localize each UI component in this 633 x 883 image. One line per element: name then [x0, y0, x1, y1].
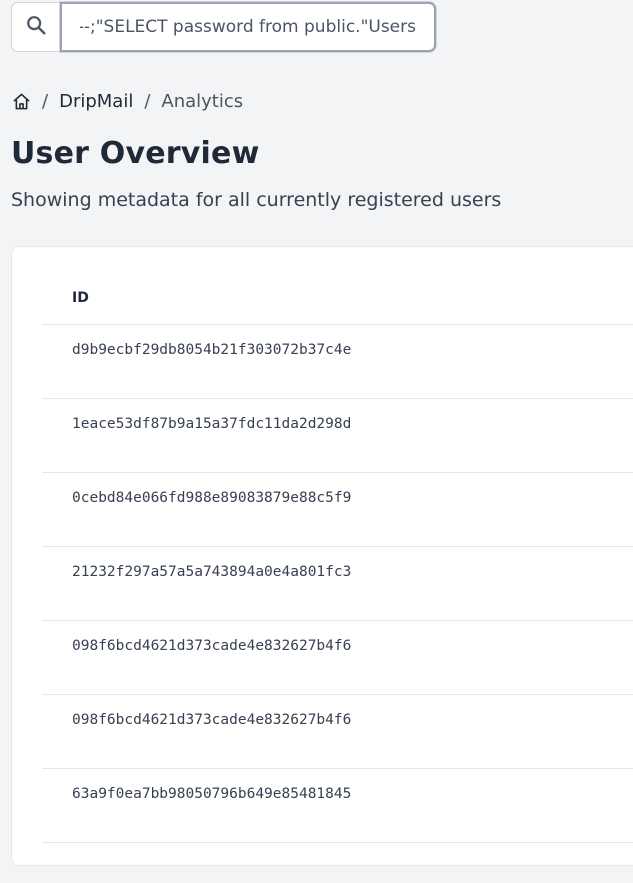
user-id-cell: 63a9f0ea7bb98050796b649e85481845	[72, 786, 352, 802]
search-bar	[11, 2, 436, 52]
user-id-cell: 098f6bcd4621d373cade4e832627b4f6	[72, 638, 352, 654]
page-title: User Overview	[11, 136, 260, 171]
user-id-cell: 1eace53df87b9a15a37fdc11da2d298d	[72, 416, 352, 432]
breadcrumb: / DripMail / Analytics	[11, 88, 243, 114]
search-input[interactable]	[59, 2, 436, 52]
table-header-row: ID	[42, 271, 633, 325]
table-row: 1eace53df87b9a15a37fdc11da2d298d	[42, 399, 633, 473]
table-row: 0cebd84e066fd988e89083879e88c5f9	[42, 473, 633, 547]
table-row: d9b9ecbf29db8054b21f303072b37c4e	[42, 325, 633, 399]
user-id-cell: d9b9ecbf29db8054b21f303072b37c4e	[72, 342, 352, 358]
user-id-cell: 21232f297a57a5a743894a0e4a801fc3	[72, 564, 352, 580]
breadcrumb-item-analytics[interactable]: Analytics	[161, 91, 243, 112]
home-icon[interactable]	[11, 91, 31, 111]
breadcrumb-separator: /	[144, 90, 151, 112]
users-table: ID d9b9ecbf29db8054b21f303072b37c4e 1eac…	[42, 271, 633, 843]
breadcrumb-item-dripmail[interactable]: DripMail	[59, 91, 133, 112]
table-row: 21232f297a57a5a743894a0e4a801fc3	[42, 547, 633, 621]
table-row: 63a9f0ea7bb98050796b649e85481845	[42, 769, 633, 843]
column-header-id[interactable]: ID	[42, 290, 89, 306]
search-icon	[25, 14, 47, 40]
users-table-card: ID d9b9ecbf29db8054b21f303072b37c4e 1eac…	[11, 246, 633, 866]
user-id-cell: 0cebd84e066fd988e89083879e88c5f9	[72, 490, 352, 506]
table-row: 098f6bcd4621d373cade4e832627b4f6	[42, 695, 633, 769]
search-button[interactable]	[11, 2, 60, 52]
page-subtitle: Showing metadata for all currently regis…	[11, 189, 502, 211]
user-id-cell: 098f6bcd4621d373cade4e832627b4f6	[72, 712, 352, 728]
breadcrumb-separator: /	[42, 90, 49, 112]
table-row: 098f6bcd4621d373cade4e832627b4f6	[42, 621, 633, 695]
